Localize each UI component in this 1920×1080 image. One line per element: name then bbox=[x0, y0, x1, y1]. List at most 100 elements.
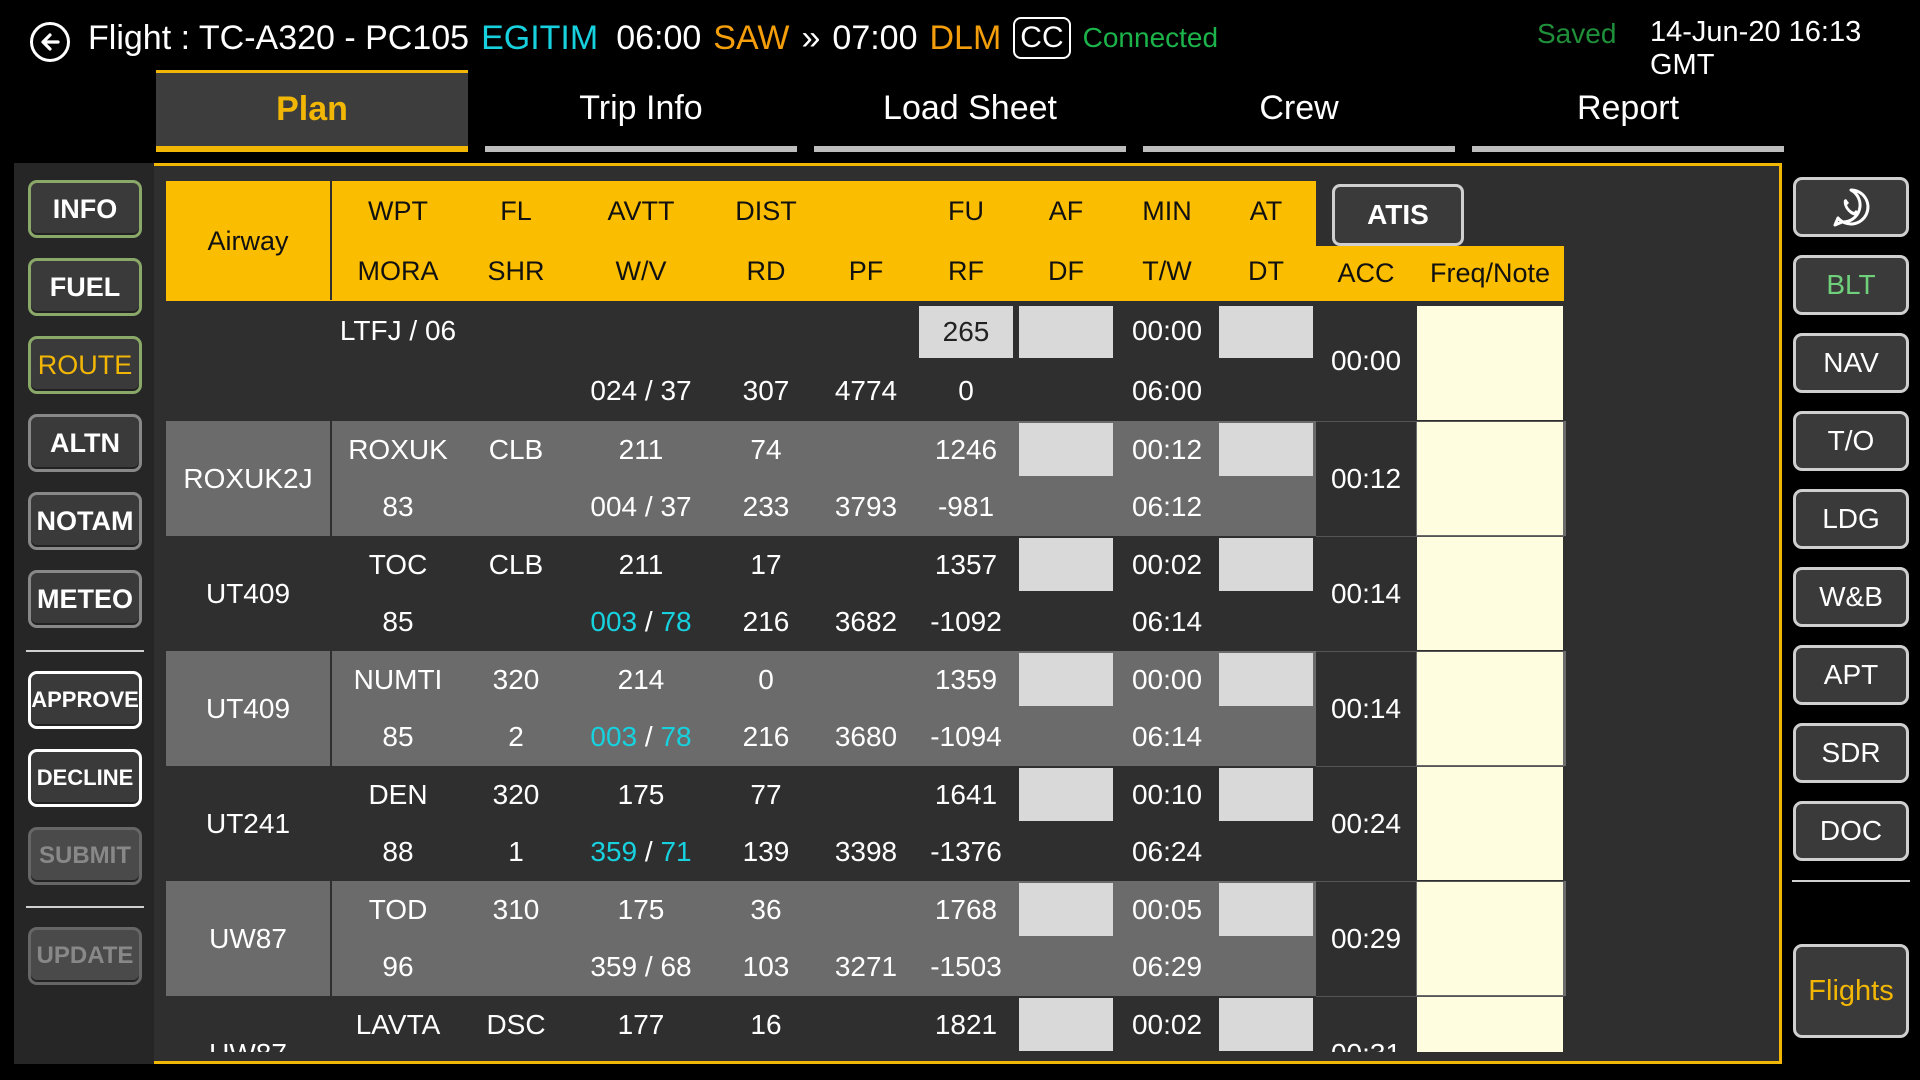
origin-rd: 307 bbox=[742, 375, 790, 406]
header-min: MIN bbox=[1142, 195, 1192, 226]
mora-cell: 85 bbox=[382, 721, 414, 752]
meteo-button[interactable]: METEO bbox=[28, 570, 142, 628]
af-input[interactable] bbox=[1019, 998, 1113, 1051]
at-input[interactable] bbox=[1219, 653, 1313, 706]
airway-cell: UW87 bbox=[166, 996, 330, 1053]
origin-at-input[interactable] bbox=[1219, 306, 1313, 358]
origin-af-input[interactable] bbox=[1019, 306, 1113, 358]
wind-cell: 359 / 68 bbox=[568, 938, 714, 996]
fu-cell: 1821 bbox=[934, 1009, 998, 1040]
wind-speed: 71 bbox=[660, 836, 692, 867]
atis-button[interactable]: ATIS bbox=[1332, 184, 1464, 246]
fuel-button[interactable]: FUEL bbox=[28, 258, 142, 316]
approve-button[interactable]: APPROVE bbox=[28, 671, 142, 729]
arrow-left-icon bbox=[41, 33, 60, 51]
wpt-cell: TOD bbox=[368, 894, 428, 925]
info-button[interactable]: INFO bbox=[28, 180, 142, 238]
departure-airport: SAW bbox=[713, 18, 790, 57]
freq-note-input[interactable] bbox=[1417, 997, 1563, 1052]
origin-min: 00:00 bbox=[1131, 315, 1203, 346]
flights-button[interactable]: Flights bbox=[1793, 944, 1909, 1038]
tw-cell: 06:24 bbox=[1131, 836, 1203, 867]
at-input[interactable] bbox=[1219, 538, 1313, 591]
wind-separator: / bbox=[637, 606, 661, 637]
button-label: SDR bbox=[1821, 737, 1881, 768]
acc-cell: 00:24 bbox=[1330, 807, 1402, 839]
route-button[interactable]: ROUTE bbox=[28, 336, 142, 394]
notam-button[interactable]: NOTAM bbox=[28, 492, 142, 550]
min-cell: 00:00 bbox=[1131, 664, 1203, 695]
tab-label: Report bbox=[1576, 88, 1680, 127]
af-input[interactable] bbox=[1019, 883, 1113, 936]
at-input[interactable] bbox=[1219, 883, 1313, 936]
freq-note-input[interactable] bbox=[1417, 537, 1563, 650]
origin-note-input[interactable] bbox=[1417, 306, 1563, 420]
tab-label: Crew bbox=[1259, 88, 1339, 127]
header-af: AF bbox=[1048, 195, 1084, 226]
fu-cell: 1246 bbox=[934, 434, 998, 465]
airport-button[interactable]: APT bbox=[1793, 645, 1909, 705]
wpt-cell: DEN bbox=[368, 779, 428, 810]
rd-cell: 103 bbox=[742, 951, 790, 982]
button-label: ALTN bbox=[50, 427, 120, 458]
freq-note-input[interactable] bbox=[1417, 882, 1563, 995]
header-fl: FL bbox=[500, 195, 532, 226]
af-input[interactable] bbox=[1019, 423, 1113, 476]
header-dt: DT bbox=[1248, 255, 1284, 286]
tab-crew[interactable]: Crew bbox=[1143, 70, 1455, 152]
update-button[interactable]: UPDATE bbox=[28, 927, 142, 985]
tab-label: Trip Info bbox=[579, 88, 703, 127]
button-label: DECLINE bbox=[36, 765, 134, 790]
dist-cell: 74 bbox=[750, 434, 782, 465]
button-label: APPROVE bbox=[31, 687, 139, 712]
fl-cell: 310 bbox=[492, 894, 540, 925]
freq-note-input[interactable] bbox=[1417, 422, 1563, 535]
header-pf: PF bbox=[848, 255, 884, 286]
airway-cell: UW87 bbox=[209, 922, 287, 954]
arrival-airport: DLM bbox=[929, 18, 1002, 57]
nav-button[interactable]: NAV bbox=[1793, 333, 1909, 393]
back-button[interactable] bbox=[30, 22, 70, 62]
rf-cell: -1094 bbox=[930, 721, 1002, 752]
af-input[interactable] bbox=[1019, 768, 1113, 821]
at-input[interactable] bbox=[1219, 998, 1313, 1051]
tab-report[interactable]: Report bbox=[1472, 70, 1784, 152]
tab-load-sheet[interactable]: Load Sheet bbox=[814, 70, 1126, 152]
origin-rf: 0 bbox=[958, 375, 974, 406]
pf-cell: 3682 bbox=[834, 606, 898, 637]
origin-fu-input[interactable]: 265 bbox=[919, 306, 1013, 358]
blt-button[interactable]: BLT bbox=[1793, 255, 1909, 315]
doc-button[interactable]: DOC bbox=[1793, 801, 1909, 861]
header-rf: RF bbox=[948, 255, 984, 286]
decline-button[interactable]: DECLINE bbox=[28, 749, 142, 807]
origin-tw: 06:00 bbox=[1131, 375, 1203, 406]
rd-cell: 216 bbox=[742, 606, 790, 637]
tab-label: Plan bbox=[276, 90, 348, 128]
whatsapp-button[interactable] bbox=[1793, 177, 1909, 237]
af-input[interactable] bbox=[1019, 538, 1113, 591]
freq-note-input[interactable] bbox=[1417, 652, 1563, 765]
weight-balance-button[interactable]: W&B bbox=[1793, 567, 1909, 627]
submit-button[interactable]: SUBMIT bbox=[28, 827, 142, 885]
af-input[interactable] bbox=[1019, 653, 1113, 706]
altn-button[interactable]: ALTN bbox=[28, 414, 142, 472]
header-rd: RD bbox=[746, 255, 786, 286]
fu-cell: 1357 bbox=[934, 549, 998, 580]
divider bbox=[26, 650, 144, 652]
at-input[interactable] bbox=[1219, 768, 1313, 821]
freq-note-input[interactable] bbox=[1417, 767, 1563, 880]
button-label: T/O bbox=[1827, 425, 1875, 456]
acc-cell: 00:12 bbox=[1330, 462, 1402, 494]
flight-title: Flight : TC-A320 - PC105 EGITIM 06:00 SA… bbox=[88, 14, 1230, 62]
tab-trip-info[interactable]: Trip Info bbox=[485, 70, 797, 152]
route-arrow: » bbox=[801, 18, 821, 57]
at-input[interactable] bbox=[1219, 423, 1313, 476]
sdr-button[interactable]: SDR bbox=[1793, 723, 1909, 783]
header-avtt: AVTT bbox=[607, 195, 675, 226]
takeoff-button[interactable]: T/O bbox=[1793, 411, 1909, 471]
landing-button[interactable]: LDG bbox=[1793, 489, 1909, 549]
tab-plan[interactable]: Plan bbox=[156, 70, 468, 152]
wind-direction: 003 bbox=[590, 606, 638, 637]
tab-label: Load Sheet bbox=[883, 88, 1057, 127]
origin-wpt: LTFJ / 06 bbox=[339, 315, 457, 346]
